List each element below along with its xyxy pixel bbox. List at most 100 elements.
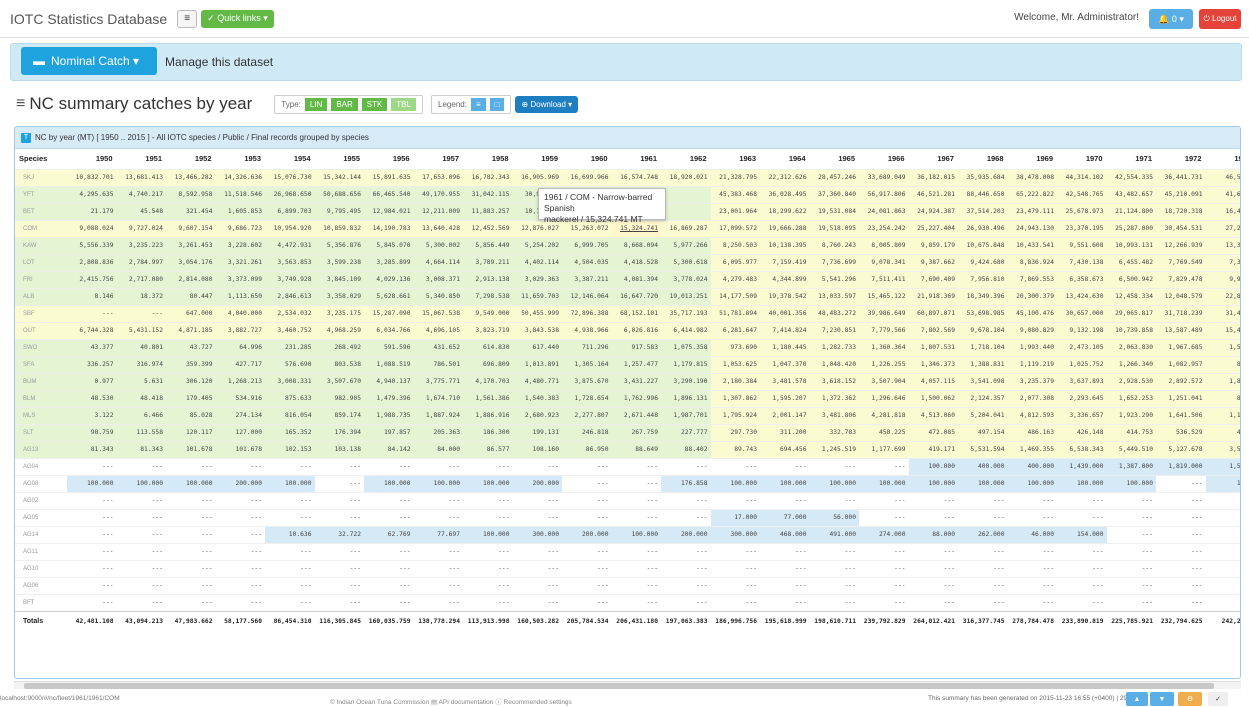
value-cell[interactable]: 18,920.021 (661, 168, 711, 186)
type-lin-button[interactable]: LIN (304, 97, 328, 111)
value-cell[interactable]: 4,472.931 (265, 236, 315, 254)
value-cell[interactable]: 1,180.445 (760, 338, 810, 356)
value-cell[interactable]: 1,177.699 (859, 440, 909, 458)
value-cell[interactable]: --- (512, 593, 562, 611)
value-cell[interactable]: --- (1156, 593, 1206, 611)
year-header[interactable]: 1951 (117, 149, 167, 169)
value-cell[interactable]: --- (661, 508, 711, 526)
value-cell[interactable]: 16,869.287 (661, 219, 711, 237)
species-cell[interactable]: AG08 (15, 474, 67, 492)
value-cell[interactable]: 27,269. (1205, 219, 1240, 237)
value-cell[interactable]: 4,504.035 (562, 253, 612, 271)
value-cell[interactable]: --- (1156, 559, 1206, 577)
value-cell[interactable]: --- (166, 525, 216, 543)
value-cell[interactable]: 12,984.021 (364, 202, 414, 220)
value-cell[interactable]: 45.548 (116, 202, 166, 220)
value-cell[interactable]: 31,718.239 (1156, 304, 1206, 322)
value-cell[interactable]: 5.631 (116, 372, 166, 390)
value-cell[interactable]: --- (958, 542, 1008, 560)
value-cell[interactable]: 43.727 (166, 338, 216, 356)
year-header[interactable]: 1956 (364, 149, 414, 169)
logout-button[interactable]: ⏻ Logout (1199, 9, 1241, 29)
horizontal-scrollbar[interactable] (14, 681, 1241, 689)
value-cell[interactable]: 17.000 (710, 508, 760, 526)
value-cell[interactable]: 3,029.363 (512, 270, 562, 288)
value-cell[interactable]: 72,896.388 (562, 304, 612, 322)
value-cell[interactable]: 1,652.253 (1106, 389, 1156, 407)
value-cell[interactable]: 3,823.719 (463, 321, 513, 339)
legend-list-button[interactable]: ≡ (470, 97, 486, 111)
value-cell[interactable]: --- (908, 593, 958, 611)
value-cell[interactable]: --- (413, 542, 463, 560)
value-cell[interactable]: 15,465.122 (859, 287, 909, 305)
value-cell[interactable]: 8,592.958 (166, 185, 216, 203)
value-cell[interactable]: --- (215, 593, 265, 611)
value-cell[interactable]: 186.300 (463, 423, 513, 441)
value-cell[interactable]: 16,647.720 (611, 287, 661, 305)
value-cell[interactable]: 1,923.290 (1106, 406, 1156, 424)
value-cell[interactable]: 6,899.703 (265, 202, 315, 220)
value-cell[interactable]: 3,507.670 (314, 372, 364, 390)
value-cell[interactable]: 1,013.891 (512, 355, 562, 373)
value-cell[interactable]: 62.769 (364, 525, 414, 543)
value-cell[interactable]: --- (463, 542, 513, 560)
value-cell[interactable]: 534.916 (215, 389, 265, 407)
value-cell[interactable]: --- (1057, 508, 1107, 526)
value-cell[interactable]: 32.722 (314, 525, 364, 543)
value-cell[interactable]: --- (67, 525, 117, 543)
value-cell[interactable]: --- (809, 491, 859, 509)
value-cell[interactable]: 468.000 (760, 525, 810, 543)
value-cell[interactable]: 28,457.246 (809, 168, 859, 186)
value-cell[interactable]: --- (809, 542, 859, 560)
year-header[interactable]: 1970 (1057, 149, 1107, 169)
value-cell[interactable]: --- (463, 457, 513, 475)
value-cell[interactable]: --- (1106, 491, 1156, 509)
value-cell[interactable]: 5,356.876 (314, 236, 364, 254)
value-cell[interactable]: 40,001.356 (760, 304, 810, 322)
value-cell[interactable]: 8,250.503 (710, 236, 760, 254)
value-cell[interactable]: 1,967.685 (1156, 338, 1206, 356)
value-cell[interactable]: 1,469.355 (1007, 440, 1057, 458)
value-cell[interactable]: 297.730 (710, 423, 760, 441)
value-cell[interactable]: 1,585. (1205, 457, 1240, 475)
value-cell[interactable]: 46,521.281 (908, 185, 958, 203)
value-cell[interactable]: 100. (1205, 474, 1240, 492)
value-cell[interactable]: 274.134 (215, 406, 265, 424)
value-cell[interactable]: 400.000 (958, 457, 1008, 475)
value-cell[interactable]: 23,001.964 (710, 202, 760, 220)
value-cell[interactable]: 2,892.572 (1156, 372, 1206, 390)
value-cell[interactable]: 21,328.795 (710, 168, 760, 186)
value-cell[interactable]: --- (760, 593, 810, 611)
value-cell[interactable]: 13,424.630 (1057, 287, 1107, 305)
value-cell[interactable]: 84.142 (364, 440, 414, 458)
value-cell[interactable]: 1,896.131 (661, 389, 711, 407)
value-cell[interactable]: 179.405 (166, 389, 216, 407)
year-header[interactable]: 1973 (1206, 149, 1240, 169)
value-cell[interactable]: --- (562, 474, 612, 492)
value-cell[interactable]: 86.577 (463, 440, 513, 458)
value-cell[interactable]: 1,113.650 (215, 287, 265, 305)
value-cell[interactable]: 1,540.383 (512, 389, 562, 407)
value-cell[interactable]: 60,897.071 (908, 304, 958, 322)
value-cell[interactable]: 1,296.646 (859, 389, 909, 407)
value-cell[interactable]: 14,190.783 (364, 219, 414, 237)
value-cell[interactable]: --- (859, 576, 909, 594)
value-cell[interactable]: 1,305.164 (562, 355, 612, 373)
value-cell[interactable]: 6,455.482 (1106, 253, 1156, 271)
value-cell[interactable]: 56.000 (809, 508, 859, 526)
value-cell[interactable]: --- (1007, 508, 1057, 526)
value-cell[interactable]: 2,680.923 (512, 406, 562, 424)
value-cell[interactable]: 20,300.379 (1007, 287, 1057, 305)
quick-links-button[interactable]: ✓ Quick links ▾ (201, 9, 274, 28)
value-cell[interactable]: --- (1106, 525, 1156, 543)
value-cell[interactable]: 3,481.578 (760, 372, 810, 390)
value-cell[interactable]: 7,430.138 (1057, 253, 1107, 271)
value-cell[interactable]: 101.678 (215, 440, 265, 458)
value-cell[interactable]: 102.153 (265, 440, 315, 458)
value-cell[interactable]: 10,739.858 (1106, 321, 1156, 339)
value-cell[interactable]: 205.363 (413, 423, 463, 441)
scrollbar-thumb[interactable] (24, 683, 1214, 689)
value-cell[interactable]: 6.466 (116, 406, 166, 424)
value-cell[interactable]: 2,671.448 (611, 406, 661, 424)
value-cell[interactable]: 100.000 (364, 474, 414, 492)
